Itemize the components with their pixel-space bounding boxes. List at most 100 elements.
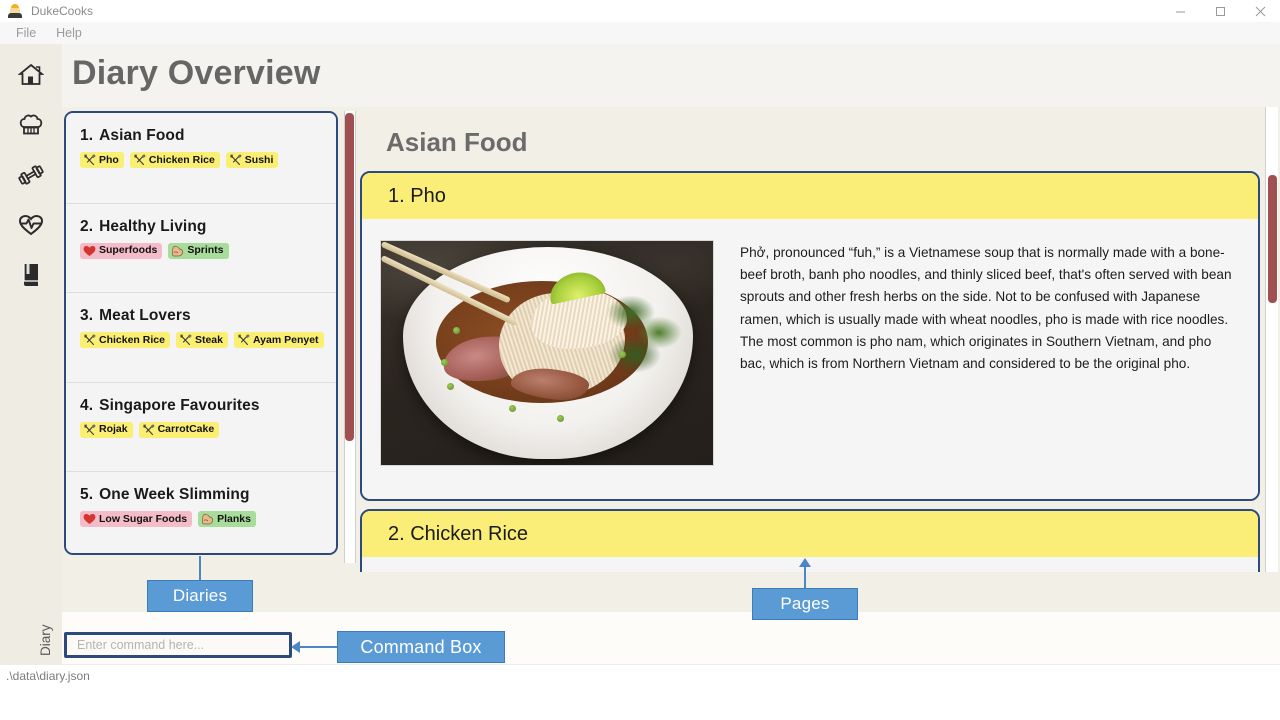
diary-tag[interactable]: Sprints	[168, 242, 229, 259]
diary-tag[interactable]: Pho	[80, 152, 124, 168]
diary-tag-label: Superfoods	[99, 244, 158, 257]
window-controls	[1160, 0, 1280, 22]
diary-tag-label: Sushi	[244, 153, 274, 166]
diary-item-name: Asian Food	[99, 127, 185, 144]
diary-item-title: 1. Asian Food	[80, 127, 336, 145]
diary-tag[interactable]: Sushi	[225, 152, 279, 168]
diary-tag[interactable]: Planks	[198, 511, 256, 527]
pho-bowl-photo	[380, 240, 714, 466]
bicep-icon	[201, 513, 214, 525]
selected-diary-title: Asian Food	[386, 127, 528, 157]
page-body: Phở, pronounced “fuh,” is a Vietnamese s…	[362, 219, 1258, 499]
heart-icon	[83, 513, 96, 525]
diary-list-item[interactable]: 5. One Week Slimming Low Sugar Foods Planks	[66, 471, 336, 553]
diary-item-title: 5. One Week Slimming	[80, 486, 336, 504]
heart-icon	[83, 245, 96, 257]
app-title: DukeCooks	[31, 4, 94, 18]
diary-tag-row: Superfoods Sprints	[80, 242, 336, 259]
diary-item-number: 2.	[80, 217, 94, 235]
fork-spoon-icon	[179, 334, 192, 346]
diary-scrollbar-thumb[interactable]	[345, 113, 354, 441]
bicep-icon	[171, 245, 184, 257]
maximize-icon[interactable]	[1200, 0, 1240, 22]
diary-tag[interactable]: Rojak	[80, 421, 133, 438]
page-description: Phở, pronounced “fuh,” is a Vietnamese s…	[740, 245, 1232, 372]
diary-book-icon[interactable]	[14, 258, 48, 292]
status-bar: .\data\diary.json	[0, 664, 1280, 720]
diary-list-item[interactable]: 4. Singapore Favourites Rojak CarrotCake	[66, 381, 336, 471]
fork-spoon-icon	[83, 154, 96, 166]
diary-item-number: 1.	[80, 127, 94, 144]
pages-leader-line	[804, 564, 806, 589]
fork-spoon-icon	[83, 334, 96, 346]
diary-tag-label: Sprints	[187, 244, 224, 257]
menu-item-help[interactable]: Help	[46, 26, 92, 40]
diary-list-item[interactable]: 1. Asian Food Pho Chicken Rice Sushi	[66, 113, 336, 203]
minimize-icon[interactable]	[1160, 0, 1200, 22]
diary-item-number: 4.	[80, 396, 94, 414]
diary-item-name: Healthy Living	[99, 217, 207, 235]
menu-bar: File Help	[0, 22, 1280, 44]
page-heading: 2. Chicken Rice	[362, 511, 1258, 557]
diary-panel[interactable]: 1. Asian Food Pho Chicken Rice Sushi 2. Health…	[64, 111, 338, 555]
diary-tag-row: Chicken Rice Steak Ayam Penyet	[80, 332, 336, 348]
status-file-path: .\data\diary.json	[6, 669, 90, 683]
pages-scrollbar-thumb[interactable]	[1268, 175, 1277, 303]
diaries-leader-line	[199, 556, 201, 581]
fork-spoon-icon	[237, 334, 250, 346]
diary-tag[interactable]: Low Sugar Foods	[80, 511, 193, 527]
annotation-pages: Pages	[752, 588, 858, 620]
fork-spoon-icon	[229, 154, 242, 166]
heartbeat-icon[interactable]	[14, 208, 48, 242]
diary-tag-label: Ayam Penyet	[252, 333, 319, 346]
app-icon	[7, 4, 23, 18]
diary-tag[interactable]: Steak	[175, 332, 228, 348]
diary-item-name: Meat Lovers	[99, 307, 191, 324]
diary-tag-label: CarrotCake	[157, 423, 215, 436]
diary-tag-label: Rojak	[99, 423, 128, 436]
fork-spoon-icon	[83, 424, 96, 436]
diary-list-item[interactable]: 3. Meat Lovers Chicken Rice Steak Ayam Penye…	[66, 292, 336, 382]
command-leader-line	[297, 646, 339, 648]
diary-tag-row: Rojak CarrotCake	[80, 421, 336, 438]
diary-tag-label: Low Sugar Foods	[99, 512, 188, 525]
diary-tag[interactable]: Chicken Rice	[80, 332, 170, 348]
diary-tag-row: Low Sugar Foods Planks	[80, 511, 336, 527]
diary-tag[interactable]: Superfoods	[80, 242, 163, 259]
diary-item-name: Singapore Favourites	[99, 396, 260, 414]
menu-item-file[interactable]: File	[6, 26, 46, 40]
diary-list-item[interactable]: 2. Healthy Living Superfoods Sprints	[66, 202, 336, 292]
diary-tag-label: Planks	[217, 512, 251, 525]
diary-tag-label: Chicken Rice	[99, 333, 165, 346]
fork-spoon-icon	[142, 424, 155, 436]
annotation-diaries: Diaries	[147, 580, 253, 612]
diary-tag-row: Pho Chicken Rice Sushi	[80, 152, 336, 168]
page-title: Diary Overview	[72, 54, 321, 92]
app-window: DukeCooks File Help Diary Diary Overview…	[0, 0, 1280, 720]
home-icon[interactable]	[14, 58, 48, 92]
diary-item-name: One Week Slimming	[99, 486, 250, 503]
annotation-command-box: Command Box	[337, 631, 505, 663]
diary-item-number: 3.	[80, 307, 94, 324]
diary-item-title: 2. Healthy Living	[80, 218, 336, 236]
dumbbell-icon[interactable]	[14, 158, 48, 192]
fork-spoon-icon	[133, 154, 146, 166]
page-header: Diary Overview	[62, 44, 1280, 107]
command-placeholder: Enter command here...	[77, 638, 205, 652]
chef-hat-icon[interactable]	[14, 108, 48, 142]
close-icon[interactable]	[1240, 0, 1280, 22]
diary-tag[interactable]: Chicken Rice	[129, 152, 220, 168]
title-bar: DukeCooks	[0, 0, 1280, 22]
diary-tag[interactable]: Ayam Penyet	[233, 332, 324, 348]
diary-tag[interactable]: CarrotCake	[138, 421, 220, 438]
diary-item-number: 5.	[80, 486, 94, 503]
diary-item-title: 4. Singapore Favourites	[80, 397, 336, 415]
diary-item-title: 3. Meat Lovers	[80, 307, 336, 325]
command-box[interactable]: Enter command here...	[64, 632, 292, 658]
page-card-pho[interactable]: 1. Pho Phở, pronounced “fuh,” is a Vietn…	[360, 171, 1260, 501]
diary-tag-label: Steak	[194, 333, 223, 346]
pages-area: Asian Food 1. Pho Phở, pronounced “fuh,”…	[360, 107, 1260, 572]
rail-vertical-label: Diary	[38, 624, 53, 656]
sidebar-rail: Diary	[0, 44, 62, 664]
page-heading: 1. Pho	[362, 173, 1258, 219]
